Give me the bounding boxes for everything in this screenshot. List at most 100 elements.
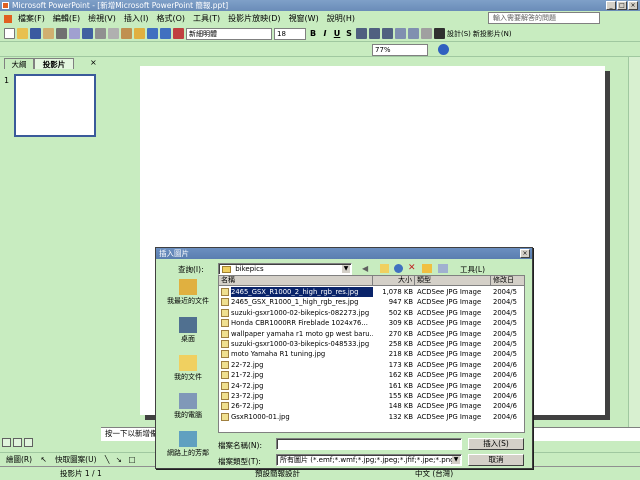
help-search-input[interactable]: 輸入需要解答的問題 (488, 12, 600, 24)
font-select[interactable]: 新細明體 (186, 27, 272, 40)
list-item[interactable]: Honda CBR1000RR Fireblade 1024x76... 309 … (219, 318, 519, 328)
preview-icon[interactable] (69, 28, 80, 39)
list-item[interactable]: moto Yamaha R1 tuning.jpg 218 KB ACDSee JP… (219, 349, 519, 359)
print-icon[interactable] (56, 28, 67, 39)
place-desktop[interactable]: 桌面 (161, 317, 215, 344)
menu-help[interactable]: 說明(H) (323, 13, 359, 24)
views-icon[interactable] (438, 264, 448, 273)
menu-file[interactable]: 檔案(F) (14, 13, 49, 24)
menu-format[interactable]: 格式(O) (152, 13, 189, 24)
draw-menu[interactable]: 繪圖(R) (6, 455, 32, 464)
doc-icon[interactable] (4, 14, 12, 23)
cut-icon[interactable] (95, 28, 106, 39)
redo-icon[interactable] (160, 28, 171, 39)
chevron-down-icon[interactable]: ▼ (342, 265, 350, 273)
list-item[interactable]: wallpaper yamaha r1 moto gp west baru...… (219, 329, 519, 339)
filetype-select[interactable]: 所有圖片 (*.emf;*.wmf;*.jpg;*.jpeg;*.jfif;*.… (276, 454, 462, 466)
chevron-down-icon[interactable]: ▼ (452, 456, 460, 464)
paste-icon[interactable] (121, 28, 132, 39)
save-icon[interactable] (30, 28, 41, 39)
place-network[interactable]: 網路上的芳鄰 (161, 431, 215, 458)
menu-edit[interactable]: 編輯(E) (49, 13, 84, 24)
file-list[interactable]: 名稱 大小 類型 修改日 2465_GSX_R1000_2_high_rgb_r… (218, 275, 525, 433)
menu-tools[interactable]: 工具(T) (189, 13, 224, 24)
menu-slideshow[interactable]: 投影片放映(D) (224, 13, 284, 24)
new-slide-button[interactable]: 新投影片(N) (473, 29, 512, 39)
undo-icon[interactable] (147, 28, 158, 39)
italic-button[interactable]: I (320, 29, 330, 38)
file-name: suzuki-gsxr1000-03-bikepics-048533.jpg (231, 340, 370, 348)
slide-thumbnail[interactable] (14, 74, 96, 137)
align-right-icon[interactable] (382, 28, 393, 39)
format-painter-icon[interactable] (134, 28, 145, 39)
list-item[interactable]: 21-72.jpg 162 KB ACDSee JPG Image 2004/6 (219, 370, 519, 380)
search-web-icon[interactable] (394, 264, 403, 273)
spelling-icon[interactable] (82, 28, 93, 39)
lookin-select[interactable]: bikepics ▼ (218, 263, 352, 275)
arrow-icon[interactable]: ↘ (116, 455, 122, 464)
font-color-icon[interactable] (434, 28, 445, 39)
shadow-button[interactable]: S (344, 29, 354, 38)
slideshow-view-icon[interactable] (24, 438, 33, 447)
column-size[interactable]: 大小 (373, 276, 415, 286)
tab-slides[interactable]: 投影片 (34, 58, 74, 69)
close-pane-icon[interactable]: × (90, 58, 97, 67)
line-icon[interactable]: ╲ (105, 455, 110, 464)
align-left-icon[interactable] (356, 28, 367, 39)
underline-button[interactable]: U (332, 29, 342, 38)
dialog-close-icon[interactable]: × (520, 249, 530, 258)
close-button[interactable]: × (628, 1, 638, 10)
list-item[interactable]: 23-72.jpg 155 KB ACDSee JPG Image 2004/6 (219, 391, 519, 401)
rectangle-icon[interactable]: □ (128, 455, 135, 464)
list-item[interactable]: 22-72.jpg 173 KB ACDSee JPG Image 2004/6 (219, 360, 519, 370)
file-size: 309 KB (388, 319, 413, 328)
list-item[interactable]: 2465_GSX_R1000_2_high_rgb_res.jpg 1,078 K… (219, 287, 519, 297)
back-icon[interactable]: ◀ (362, 264, 368, 273)
list-item[interactable]: suzuki-gsxr1000-02-bikepics-082273.jpg 50… (219, 308, 519, 318)
list-item[interactable]: 26-72.jpg 148 KB ACDSee JPG Image 2004/6 (219, 401, 519, 411)
menu-view[interactable]: 檢視(V) (84, 13, 120, 24)
bold-button[interactable]: B (308, 29, 318, 38)
select-arrow-icon[interactable]: ↖ (40, 455, 46, 464)
sorter-view-icon[interactable] (13, 438, 22, 447)
place-my-documents[interactable]: 我的文件 (161, 355, 215, 382)
list-item[interactable]: suzuki-gsxr1000-03-bikepics-048533.jpg 25… (219, 339, 519, 349)
column-name[interactable]: 名稱 (219, 276, 373, 286)
size-select[interactable]: 18 (274, 27, 306, 40)
up-folder-icon[interactable] (380, 264, 389, 273)
tab-outline[interactable]: 大綱 (4, 58, 34, 69)
delete-icon[interactable]: ✕ (408, 263, 416, 273)
help-icon[interactable] (438, 44, 449, 55)
menu-insert[interactable]: 插入(I) (120, 13, 153, 24)
open-icon[interactable] (17, 28, 28, 39)
copy-icon[interactable] (108, 28, 119, 39)
normal-view-icon[interactable] (2, 438, 11, 447)
font-grow-icon[interactable] (421, 28, 432, 39)
bullets-icon[interactable] (408, 28, 419, 39)
place-my-computer[interactable]: 我的電腦 (161, 393, 215, 420)
list-item[interactable]: 24-72.jpg 161 KB ACDSee JPG Image 2004/6 (219, 381, 519, 391)
autoshapes-menu[interactable]: 快取圖案(U) (55, 455, 96, 464)
chart-icon[interactable] (173, 28, 184, 39)
insert-button[interactable]: 插入(S) (468, 438, 524, 450)
list-item[interactable]: 2465_GSX_R1000_1_high_rgb_res.jpg 947 KB A… (219, 297, 519, 307)
cancel-button[interactable]: 取消 (468, 454, 524, 466)
place-recent[interactable]: 我最近的文件 (161, 279, 215, 306)
menu-window[interactable]: 視窗(W) (285, 13, 323, 24)
design-button[interactable]: 設計(S) (447, 29, 471, 39)
column-date[interactable]: 修改日 (491, 276, 524, 286)
list-item[interactable]: GsxR1000-01.jpg 132 KB ACDSee JPG Image 200… (219, 412, 519, 422)
new-folder-icon[interactable] (422, 264, 432, 273)
tools-menu[interactable]: 工具(L) (460, 264, 485, 275)
maximize-button[interactable]: □ (617, 1, 627, 10)
file-date: 2004/5 (493, 329, 517, 338)
filename-input[interactable] (276, 438, 462, 450)
vertical-scrollbar[interactable] (628, 57, 640, 430)
numbering-icon[interactable] (395, 28, 406, 39)
minimize-button[interactable]: _ (606, 1, 616, 10)
zoom-select[interactable]: 77% (372, 44, 428, 56)
align-center-icon[interactable] (369, 28, 380, 39)
email-icon[interactable] (43, 28, 54, 39)
new-icon[interactable] (4, 28, 15, 39)
column-type[interactable]: 類型 (415, 276, 491, 286)
